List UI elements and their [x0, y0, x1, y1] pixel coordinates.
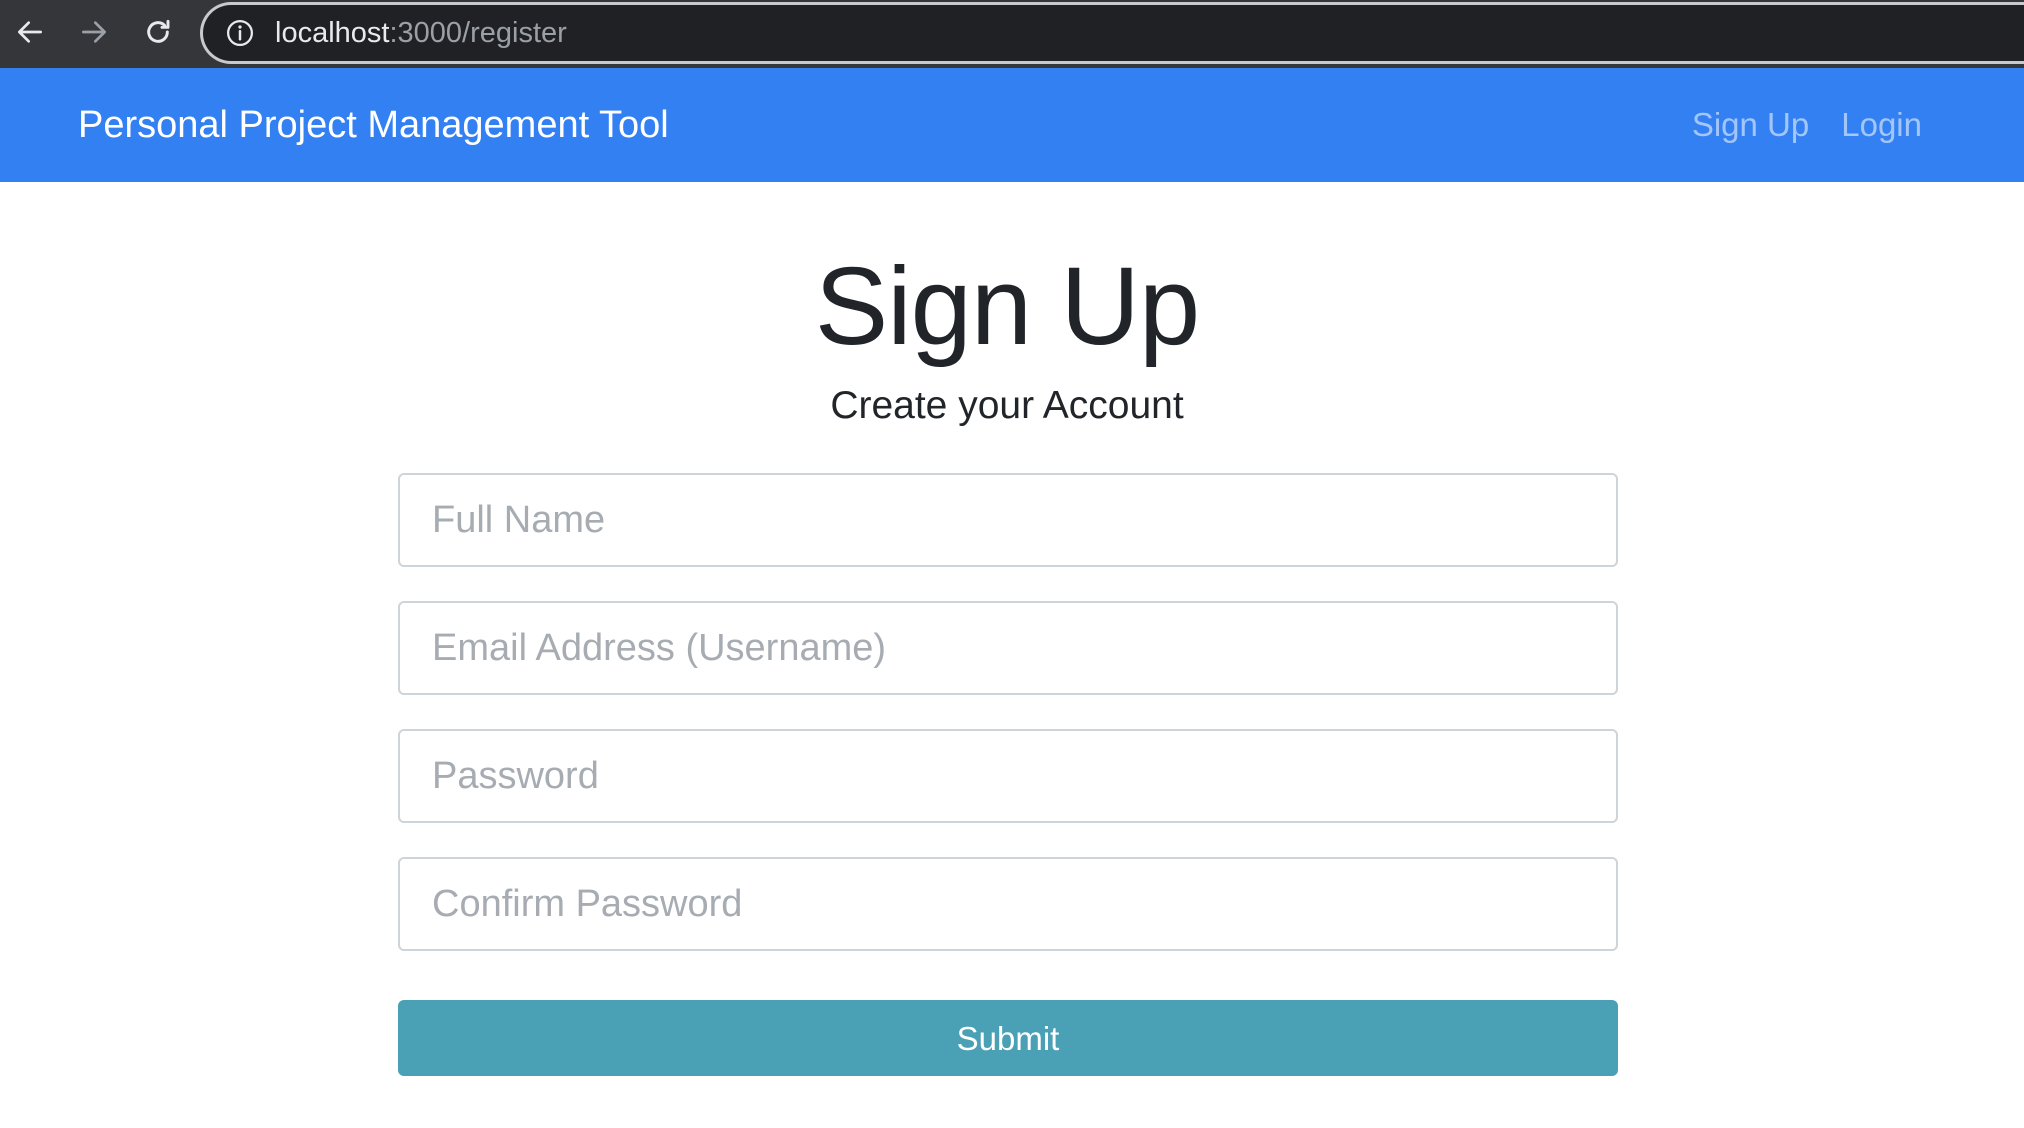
arrow-right-icon	[82, 21, 106, 43]
address-bar[interactable]: localhost:3000/register	[200, 2, 2024, 64]
page-subtitle: Create your Account	[830, 384, 1184, 427]
url-text: localhost:3000/register	[275, 17, 567, 50]
page-title: Sign Up	[814, 245, 1200, 368]
reload-icon	[147, 19, 170, 43]
browser-toolbar: localhost:3000/register	[0, 0, 2024, 68]
back-button[interactable]	[8, 8, 52, 56]
reload-button[interactable]	[136, 8, 180, 56]
arrow-left-icon	[18, 21, 42, 43]
top-navbar: Personal Project Management Tool Sign Up…	[0, 68, 2024, 182]
info-icon[interactable]	[225, 18, 255, 48]
forward-button[interactable]	[72, 8, 116, 56]
brand-link[interactable]: Personal Project Management Tool	[78, 68, 669, 182]
nav-login-link[interactable]: Login	[1841, 106, 1922, 144]
main-content: Sign Up Create your Account Submit	[0, 182, 2024, 1128]
url-path: :3000/register	[389, 16, 567, 49]
submit-button[interactable]: Submit	[398, 1000, 1618, 1076]
nav-links: Sign Up Login	[1660, 68, 1922, 182]
email-field[interactable]	[398, 601, 1618, 695]
url-host: localhost	[275, 16, 390, 49]
confirm-password-field[interactable]	[398, 857, 1618, 951]
full-name-field[interactable]	[398, 473, 1618, 567]
password-field[interactable]	[398, 729, 1618, 823]
nav-signup-link[interactable]: Sign Up	[1692, 106, 1809, 144]
